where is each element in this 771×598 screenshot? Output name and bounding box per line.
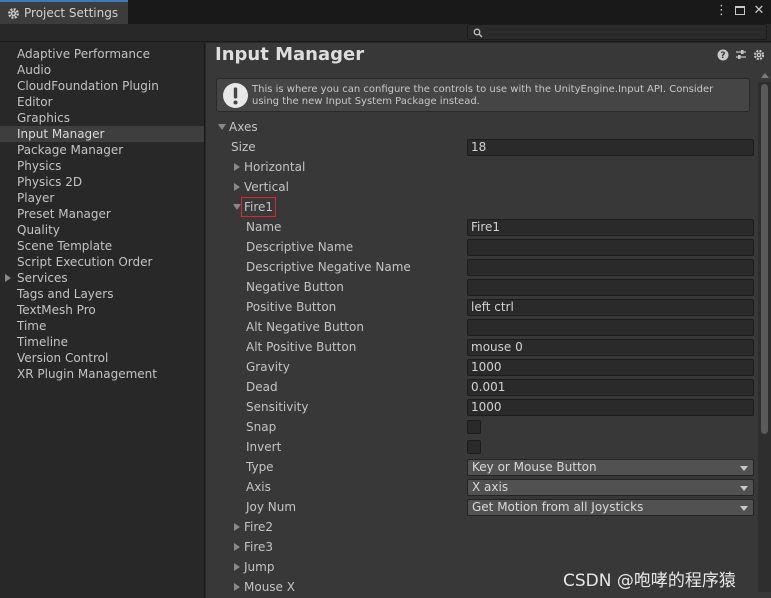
- info-help-box: This is where you can configure the cont…: [216, 78, 750, 112]
- expand-arrow-icon[interactable]: [5, 274, 11, 282]
- field-row-alt-positive-button: Alt Positive Button mouse 0: [206, 338, 758, 356]
- sidebar-item-services[interactable]: Services: [0, 270, 204, 286]
- inspector-panel: Input Manager ? This is where you can co…: [206, 43, 771, 598]
- sidebar-item-player[interactable]: Player: [0, 190, 204, 206]
- field-row-invert: Invert: [206, 438, 758, 456]
- warning-icon: [222, 82, 249, 109]
- sidebar-item-version-control[interactable]: Version Control: [0, 350, 204, 366]
- sidebar-item-audio[interactable]: Audio: [0, 62, 204, 78]
- close-icon[interactable]: ✕: [753, 3, 765, 18]
- title-bar: Project Settings ⋮ ✕: [0, 0, 771, 24]
- foldout-collapsed-icon[interactable]: [234, 563, 240, 571]
- axis-foldout-horizontal[interactable]: Horizontal: [206, 158, 758, 176]
- foldout-expanded-icon[interactable]: [233, 204, 241, 210]
- field-row-type: Type Key or Mouse Button: [206, 458, 758, 476]
- gear-icon: [7, 7, 20, 20]
- field-row-dead: Dead 0.001: [206, 378, 758, 396]
- sidebar-item-package-manager[interactable]: Package Manager: [0, 142, 204, 158]
- watermark: CSDN @咆哮的程序猿: [563, 571, 736, 591]
- sidebar-item-input-manager[interactable]: Input Manager: [0, 126, 204, 142]
- alt-positive-button-field[interactable]: mouse 0: [467, 339, 754, 356]
- help-icon[interactable]: ?: [717, 49, 729, 61]
- field-row-negative-button: Negative Button: [206, 278, 758, 296]
- positive-button-field[interactable]: left ctrl: [467, 299, 754, 316]
- foldout-collapsed-icon[interactable]: [234, 523, 240, 531]
- field-row-positive-button: Positive Button left ctrl: [206, 298, 758, 316]
- field-row-alt-negative-button: Alt Negative Button: [206, 318, 758, 336]
- snap-checkbox[interactable]: [467, 420, 481, 434]
- field-row-descriptive-negative-name: Descriptive Negative Name: [206, 258, 758, 276]
- field-row-joy-num: Joy Num Get Motion from all Joysticks: [206, 498, 758, 516]
- field-row-axis: Axis X axis: [206, 478, 758, 496]
- sidebar-item-quality[interactable]: Quality: [0, 222, 204, 238]
- help-message: This is where you can configure the cont…: [252, 84, 714, 107]
- axis-dropdown[interactable]: X axis: [467, 479, 754, 496]
- svg-text:?: ?: [720, 51, 725, 61]
- search-icon: [473, 27, 483, 38]
- sidebar-item-cloudfoundation-plugin[interactable]: CloudFoundation Plugin: [0, 78, 204, 94]
- vertical-scrollbar[interactable]: [758, 73, 771, 592]
- sensitivity-field[interactable]: 1000: [467, 399, 754, 416]
- field-row-gravity: Gravity 1000: [206, 358, 758, 376]
- axis-foldout-vertical[interactable]: Vertical: [206, 178, 758, 196]
- sidebar-item-timeline[interactable]: Timeline: [0, 334, 204, 350]
- scroll-up-arrow-icon[interactable]: [761, 73, 769, 78]
- sidebar-item-preset-manager[interactable]: Preset Manager: [0, 206, 204, 222]
- axis-foldout-fire1[interactable]: Fire1: [206, 197, 758, 217]
- sidebar-item-tags-and-layers[interactable]: Tags and Layers: [0, 286, 204, 302]
- foldout-expanded-icon[interactable]: [218, 124, 226, 130]
- tab-title: Project Settings: [24, 6, 119, 20]
- field-row-sensitivity: Sensitivity 1000: [206, 398, 758, 416]
- alt-negative-button-field[interactable]: [467, 319, 754, 336]
- toolbar: [0, 24, 771, 42]
- preset-icon[interactable]: [735, 49, 747, 61]
- axis-foldout-fire3[interactable]: Fire3: [206, 538, 758, 556]
- name-field[interactable]: Fire1: [467, 219, 754, 236]
- sidebar-item-script-execution-order[interactable]: Script Execution Order: [0, 254, 204, 270]
- more-icon[interactable]: ⋮: [715, 3, 728, 18]
- foldout-collapsed-icon[interactable]: [234, 543, 240, 551]
- search-input[interactable]: [467, 24, 767, 40]
- sidebar-item-editor[interactable]: Editor: [0, 94, 204, 110]
- field-row-snap: Snap: [206, 418, 758, 436]
- sidebar-item-physics[interactable]: Physics: [0, 158, 204, 174]
- fire1-label-highlighted: Fire1: [240, 197, 277, 217]
- negative-button-field[interactable]: [467, 279, 754, 296]
- axis-foldout-fire2[interactable]: Fire2: [206, 518, 758, 536]
- size-field[interactable]: 18: [467, 139, 754, 156]
- settings-sidebar: Adaptive Performance Audio CloudFoundati…: [0, 43, 205, 598]
- dropdown-caret-icon: [740, 506, 748, 511]
- sidebar-item-scene-template[interactable]: Scene Template: [0, 238, 204, 254]
- maximize-icon[interactable]: [735, 6, 745, 15]
- page-title: Input Manager: [215, 44, 365, 65]
- project-settings-tab[interactable]: Project Settings: [0, 0, 128, 24]
- descriptive-negative-name-field[interactable]: [467, 259, 754, 276]
- type-dropdown[interactable]: Key or Mouse Button: [467, 459, 754, 476]
- sidebar-item-time[interactable]: Time: [0, 318, 204, 334]
- dropdown-caret-icon: [740, 466, 748, 471]
- axes-size-row: Size 18: [206, 138, 758, 156]
- axes-foldout[interactable]: Axes: [206, 118, 758, 136]
- sidebar-item-xr-plugin-management[interactable]: XR Plugin Management: [0, 366, 204, 382]
- field-row-name: Name Fire1: [206, 218, 758, 236]
- sidebar-item-physics-2d[interactable]: Physics 2D: [0, 174, 204, 190]
- descriptive-name-field[interactable]: [467, 239, 754, 256]
- foldout-collapsed-icon[interactable]: [234, 163, 240, 171]
- sidebar-item-textmesh-pro[interactable]: TextMesh Pro: [0, 302, 204, 318]
- sidebar-item-adaptive-performance[interactable]: Adaptive Performance: [0, 46, 204, 62]
- invert-checkbox[interactable]: [467, 440, 481, 454]
- joy-num-dropdown[interactable]: Get Motion from all Joysticks: [467, 499, 754, 516]
- field-row-descriptive-name: Descriptive Name: [206, 238, 758, 256]
- sidebar-item-graphics[interactable]: Graphics: [0, 110, 204, 126]
- foldout-collapsed-icon[interactable]: [234, 183, 240, 191]
- scrollbar-thumb[interactable]: [761, 84, 768, 434]
- dead-field[interactable]: 0.001: [467, 379, 754, 396]
- settings-gear-icon[interactable]: [753, 49, 765, 61]
- foldout-collapsed-icon[interactable]: [234, 583, 240, 591]
- gravity-field[interactable]: 1000: [467, 359, 754, 376]
- dropdown-caret-icon: [740, 486, 748, 491]
